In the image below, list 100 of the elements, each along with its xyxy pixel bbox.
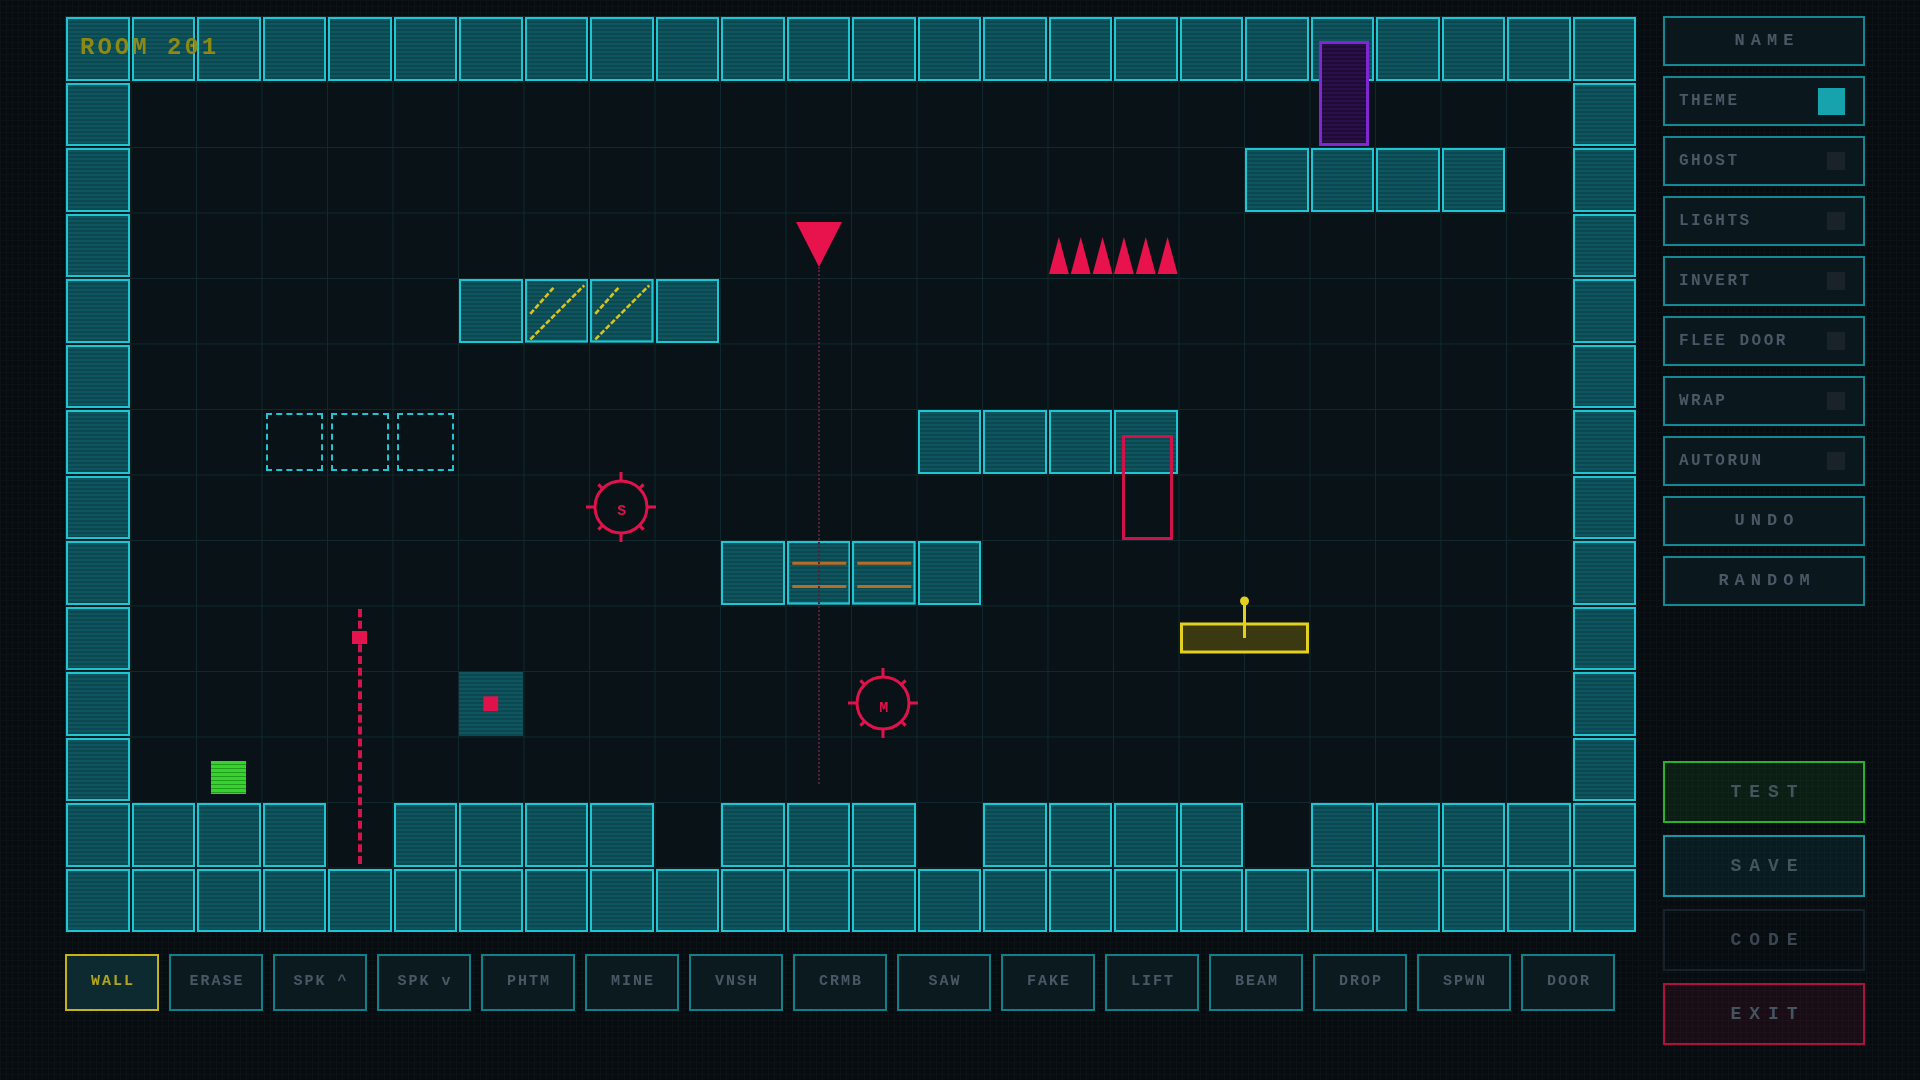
wall-tile	[524, 803, 588, 867]
wall-tile	[459, 17, 523, 81]
tool-button[interactable]: DROP	[1313, 954, 1407, 1011]
dashed-tile	[331, 413, 389, 471]
wall-tile	[262, 868, 326, 932]
wall-tile	[1048, 410, 1112, 474]
toggle-button[interactable]: AUTORUN	[1663, 436, 1865, 486]
tool-button[interactable]: ERASE	[169, 954, 263, 1011]
tool-button[interactable]: MINE	[585, 954, 679, 1011]
sidebar-button[interactable]: NAME	[1663, 16, 1865, 66]
tool-button[interactable]: LIFT	[1105, 954, 1199, 1011]
wall-tile	[66, 541, 130, 605]
wall-tile	[66, 213, 130, 277]
wall-tile	[917, 410, 981, 474]
wall-tile	[1048, 17, 1112, 81]
beam-marker-icon	[352, 630, 367, 644]
dashed-tile	[265, 413, 323, 471]
wall-tile	[393, 803, 457, 867]
action-button[interactable]: TEST	[1663, 761, 1865, 823]
tool-button[interactable]: CRMB	[793, 954, 887, 1011]
tool-button[interactable]: VNSH	[689, 954, 783, 1011]
wall-tile	[1376, 17, 1440, 81]
wall-tile	[721, 17, 785, 81]
tool-button[interactable]: PHTM	[481, 954, 575, 1011]
wall-tile	[786, 868, 850, 932]
wall-tile	[66, 475, 130, 539]
down-triangle-icon	[795, 221, 842, 267]
tool-button[interactable]: SPK v	[377, 954, 471, 1011]
toggle-button[interactable]: INVERT	[1663, 256, 1865, 306]
wall-tile	[1114, 410, 1178, 474]
wall-tile	[131, 803, 195, 867]
cracked-tile	[524, 279, 588, 343]
wall-tile	[721, 868, 785, 932]
wall-tile	[393, 17, 457, 81]
wall-tile	[1572, 279, 1636, 343]
wall-tile	[1441, 868, 1505, 932]
wall-tile	[328, 868, 392, 932]
wall-tile	[786, 17, 850, 81]
wall-tile	[262, 17, 326, 81]
wall-tile	[524, 868, 588, 932]
sidebar-button[interactable]: RANDOM	[1663, 556, 1865, 606]
dashed-tile	[396, 413, 454, 471]
wall-tile	[590, 868, 654, 932]
wall-tile	[524, 17, 588, 81]
wall-tile	[655, 868, 719, 932]
wall-tile	[1114, 17, 1178, 81]
wall-tile	[1572, 672, 1636, 736]
wall-tile	[1572, 868, 1636, 932]
wall-tile	[1310, 148, 1374, 212]
action-button[interactable]: SAVE	[1663, 835, 1865, 897]
tool-button[interactable]: FAKE	[1001, 954, 1095, 1011]
wall-tile	[1572, 148, 1636, 212]
wall-tile	[590, 17, 654, 81]
wall-tile	[393, 868, 457, 932]
wall-tile	[1048, 868, 1112, 932]
wall-tile	[197, 868, 261, 932]
wall-tile	[1310, 868, 1374, 932]
wall-tile	[917, 17, 981, 81]
tool-button[interactable]: DOOR	[1521, 954, 1615, 1011]
wall-tile	[1572, 82, 1636, 146]
toggle-button[interactable]: GHOST	[1663, 136, 1865, 186]
wall-tile	[852, 868, 916, 932]
tool-button[interactable]: WALL	[65, 954, 159, 1011]
wall-tile	[1572, 17, 1636, 81]
tool-button[interactable]: SAW	[897, 954, 991, 1011]
wall-tile	[66, 148, 130, 212]
spikes-icon	[1113, 236, 1179, 274]
toggle-button[interactable]: LIGHTS	[1663, 196, 1865, 246]
action-button[interactable]: EXIT	[1663, 983, 1865, 1045]
mine-icon	[846, 666, 921, 741]
wall-tile	[1572, 606, 1636, 670]
tool-button[interactable]: SPK ^	[273, 954, 367, 1011]
saw-icon	[584, 469, 659, 544]
wall-tile	[1376, 868, 1440, 932]
wall-tile	[131, 868, 195, 932]
spikes-icon	[1047, 236, 1113, 274]
wall-tile	[1572, 475, 1636, 539]
cracked-tile	[590, 279, 654, 343]
striped-tile	[786, 541, 850, 605]
toggle-button[interactable]: FLEE DOOR	[1663, 316, 1865, 366]
wall-tile	[852, 17, 916, 81]
wall-tile	[1179, 803, 1243, 867]
wall-tile	[1245, 868, 1309, 932]
tool-button[interactable]: BEAM	[1209, 954, 1303, 1011]
wall-tile	[1572, 737, 1636, 801]
tool-button[interactable]: SPWN	[1417, 954, 1511, 1011]
wall-tile	[1441, 17, 1505, 81]
wall-tile	[1507, 17, 1571, 81]
wall-tile	[983, 17, 1047, 81]
wall-tile	[1376, 803, 1440, 867]
wall-tile	[1245, 17, 1309, 81]
sidebar-button[interactable]: UNDO	[1663, 496, 1865, 546]
toggle-button[interactable]: WRAP	[1663, 376, 1865, 426]
wall-tile	[1572, 213, 1636, 277]
wall-tile	[852, 803, 916, 867]
wall-tile	[1179, 868, 1243, 932]
theme-button[interactable]: THEME	[1663, 76, 1865, 126]
mine-letter: M	[879, 700, 889, 716]
wall-tile	[66, 606, 130, 670]
wall-tile	[1179, 17, 1243, 81]
